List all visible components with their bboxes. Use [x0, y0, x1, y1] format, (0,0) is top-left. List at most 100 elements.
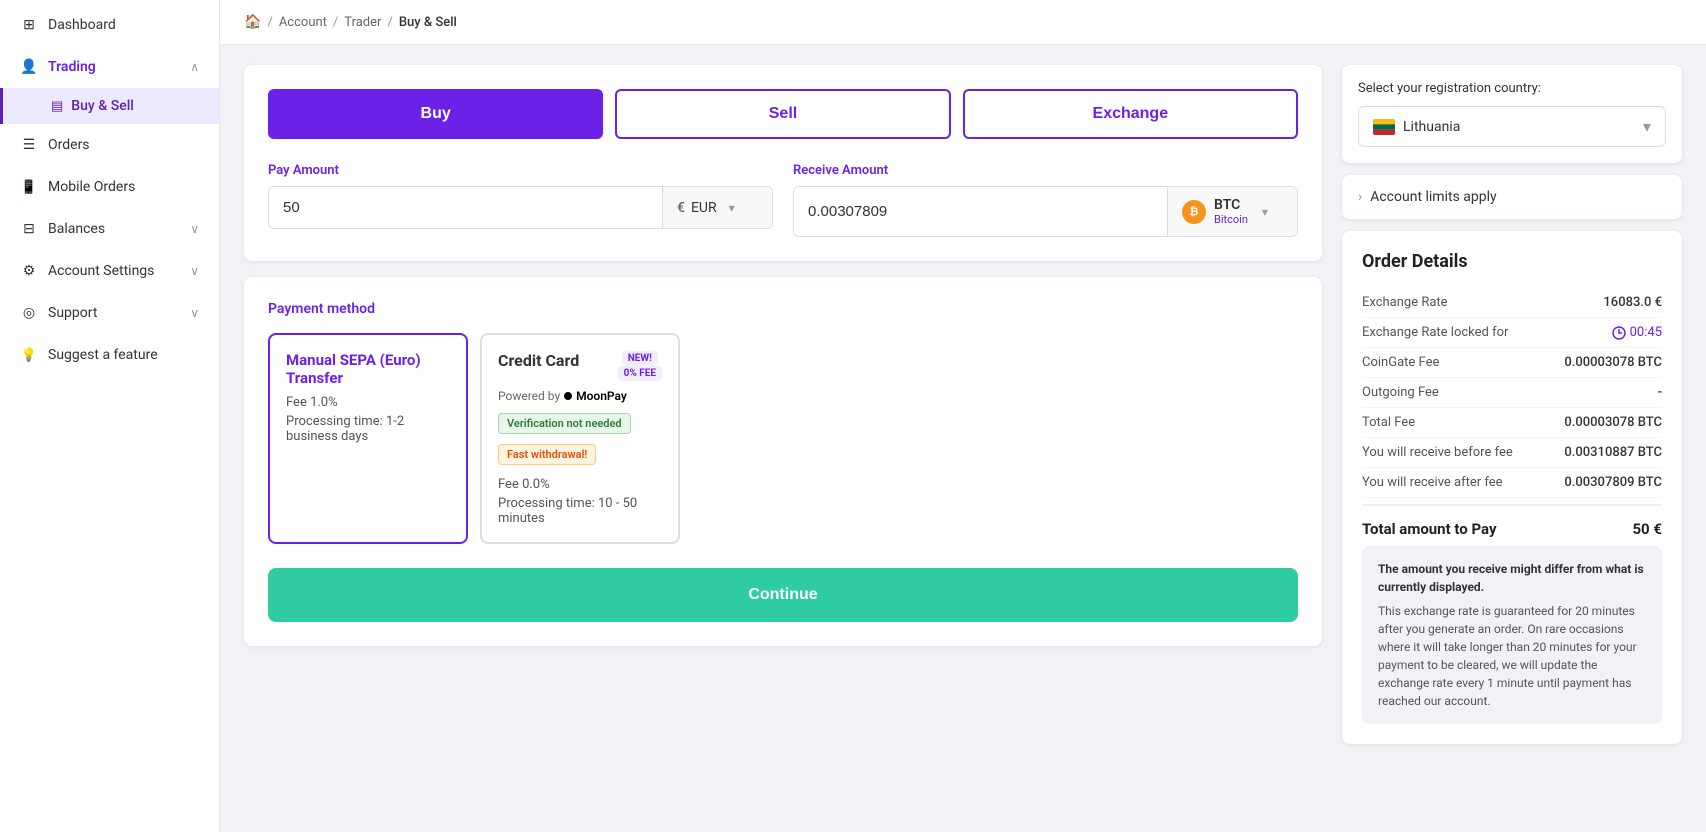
receive-amount-input-row: ₿ BTC Bitcoin ▾ — [793, 186, 1298, 237]
mobile-orders-icon: 📱 — [20, 178, 38, 196]
chevron-down-icon: ▾ — [1643, 117, 1651, 136]
moonpay-name: MoonPay — [576, 389, 627, 403]
btc-icon: ₿ — [1182, 200, 1206, 224]
order-row-coingate-fee: CoinGate Fee 0.00003078 BTC — [1362, 348, 1662, 378]
payment-cards: Manual SEPA (Euro) Transfer Fee 1.0% Pro… — [268, 333, 1298, 544]
trade-tabs: Buy Sell Exchange — [268, 89, 1298, 139]
sidebar-item-mobile-orders[interactable]: 📱 Mobile Orders — [0, 166, 219, 208]
breadcrumb: 🏠 / Account / Trader / Buy & Sell — [220, 0, 1706, 45]
trading-icon: 👤 — [20, 58, 38, 76]
payment-card-sepa[interactable]: Manual SEPA (Euro) Transfer Fee 1.0% Pro… — [268, 333, 468, 544]
pay-amount-input[interactable] — [269, 187, 662, 228]
order-details-title: Order Details — [1362, 251, 1662, 272]
receive-amount-input[interactable] — [794, 187, 1167, 236]
tab-exchange[interactable]: Exchange — [963, 89, 1298, 139]
right-panel: Select your registration country: Lithua… — [1342, 65, 1682, 812]
chevron-down-icon: ▾ — [729, 201, 735, 215]
sidebar-item-label: Support — [48, 305, 180, 321]
powered-by: Powered by MoonPay — [498, 389, 662, 403]
receive-currency-select[interactable]: ₿ BTC Bitcoin ▾ — [1167, 187, 1297, 236]
disclaimer-bold: The amount you receive might differ from… — [1378, 560, 1646, 596]
sidebar-item-label: Trading — [48, 59, 180, 75]
sidebar-item-support[interactable]: ◎ Support ∨ — [0, 292, 219, 334]
suggest-icon: 💡 — [20, 346, 38, 364]
breadcrumb-account[interactable]: Account — [279, 15, 327, 30]
receive-amount-label: Receive Amount — [793, 163, 1298, 178]
dashboard-icon — [20, 16, 38, 34]
flag-icon — [1373, 119, 1395, 135]
sidebar-item-label: Suggest a feature — [48, 347, 199, 363]
sidebar-item-label: Dashboard — [48, 17, 199, 33]
eur-symbol: € — [677, 200, 685, 216]
sidebar-item-label: Account Settings — [48, 263, 180, 279]
country-card: Select your registration country: Lithua… — [1342, 65, 1682, 163]
order-row-before-fee: You will receive before fee 0.00310887 B… — [1362, 438, 1662, 468]
new-badge: NEW! 0% FEE — [618, 351, 662, 381]
breadcrumb-sep: / — [267, 15, 272, 30]
breadcrumb-current: Buy & Sell — [399, 15, 457, 30]
tab-sell[interactable]: Sell — [615, 89, 950, 139]
sidebar-item-orders[interactable]: ☰ Orders — [0, 124, 219, 166]
country-label: Select your registration country: — [1358, 81, 1666, 96]
buy-sell-icon: ▤ — [51, 99, 63, 114]
chevron-down-icon: ∨ — [190, 264, 199, 278]
chevron-down-icon: ∨ — [190, 306, 199, 320]
sidebar-item-label: Mobile Orders — [48, 179, 199, 195]
sidebar-item-balances[interactable]: ⊟ Balances ∨ — [0, 208, 219, 250]
cc-title: Credit Card — [498, 351, 579, 370]
order-row-outgoing-fee: Outgoing Fee - — [1362, 378, 1662, 408]
order-row-after-fee: You will receive after fee 0.00307809 BT… — [1362, 468, 1662, 498]
disclaimer-text: This exchange rate is guaranteed for 20 … — [1378, 604, 1637, 708]
sepa-fee: Fee 1.0% — [286, 395, 450, 410]
chevron-up-icon: ∧ — [190, 60, 199, 74]
support-icon: ◎ — [20, 304, 38, 322]
pay-currency-code: EUR — [691, 200, 717, 216]
payment-method-card: Payment method Manual SEPA (Euro) Transf… — [244, 277, 1322, 646]
breadcrumb-trader[interactable]: Trader — [344, 15, 381, 30]
order-row-total-fee: Total Fee 0.00003078 BTC — [1362, 408, 1662, 438]
order-timer: 00:45 — [1612, 325, 1662, 340]
sidebar-item-suggest[interactable]: 💡 Suggest a feature — [0, 334, 219, 376]
account-settings-icon: ⚙ — [20, 262, 38, 280]
balances-icon: ⊟ — [20, 220, 38, 238]
orders-icon: ☰ — [20, 136, 38, 154]
tab-buy[interactable]: Buy — [268, 89, 603, 139]
country-name: Lithuania — [1403, 119, 1635, 135]
moonpay-dot-icon — [564, 392, 572, 400]
receive-amount-group: Receive Amount ₿ BTC Bitcoin ▾ — [793, 163, 1298, 237]
pay-amount-label: Pay Amount — [268, 163, 773, 178]
payment-card-credit[interactable]: Credit Card NEW! 0% FEE Powered by MoonP… — [480, 333, 680, 544]
order-row-locked-for: Exchange Rate locked for 00:45 — [1362, 318, 1662, 348]
sidebar-item-label: Orders — [48, 137, 199, 153]
sidebar-item-trading[interactable]: 👤 Trading ∧ — [0, 46, 219, 88]
verification-badge: Verification not needed — [498, 413, 631, 434]
cc-tags: Verification not needed Fast withdrawal! — [498, 413, 662, 469]
payment-method-title: Payment method — [268, 301, 1298, 317]
continue-button[interactable]: Continue — [268, 568, 1298, 622]
order-total-row: Total amount to Pay 50 € — [1362, 504, 1662, 546]
receive-currency-name: Bitcoin — [1214, 213, 1248, 226]
sidebar: Dashboard 👤 Trading ∧ ▤ Buy & Sell ☰ Ord… — [0, 0, 220, 832]
receive-currency-code: BTC — [1214, 197, 1248, 213]
left-panel: Buy Sell Exchange Pay Amount € EUR ▾ — [244, 65, 1322, 812]
amount-row: Pay Amount € EUR ▾ Receive Amount — [268, 163, 1298, 237]
cc-fee: Fee 0.0% — [498, 477, 662, 492]
cc-processing: Processing time: 10 - 50 minutes — [498, 496, 662, 526]
clock-icon — [1612, 326, 1626, 340]
chevron-down-icon: ∨ — [190, 222, 199, 236]
chevron-down-icon: ▾ — [1262, 205, 1268, 219]
order-details-card: Order Details Exchange Rate 16083.0 € Ex… — [1342, 231, 1682, 744]
pay-amount-group: Pay Amount € EUR ▾ — [268, 163, 773, 237]
country-select[interactable]: Lithuania ▾ — [1358, 106, 1666, 147]
disclaimer-box: The amount you receive might differ from… — [1362, 546, 1662, 724]
content-area: Buy Sell Exchange Pay Amount € EUR ▾ — [220, 45, 1706, 832]
sidebar-item-label: Balances — [48, 221, 180, 237]
pay-amount-input-row: € EUR ▾ — [268, 186, 773, 229]
sidebar-sub-item-buy-sell[interactable]: ▤ Buy & Sell — [0, 88, 219, 124]
sepa-title: Manual SEPA (Euro) Transfer — [286, 351, 450, 387]
home-icon[interactable]: 🏠 — [244, 14, 261, 30]
account-limits-card[interactable]: › Account limits apply — [1342, 175, 1682, 219]
sidebar-item-account-settings[interactable]: ⚙ Account Settings ∨ — [0, 250, 219, 292]
sidebar-item-dashboard[interactable]: Dashboard — [0, 4, 219, 46]
pay-currency-select[interactable]: € EUR ▾ — [662, 187, 772, 228]
